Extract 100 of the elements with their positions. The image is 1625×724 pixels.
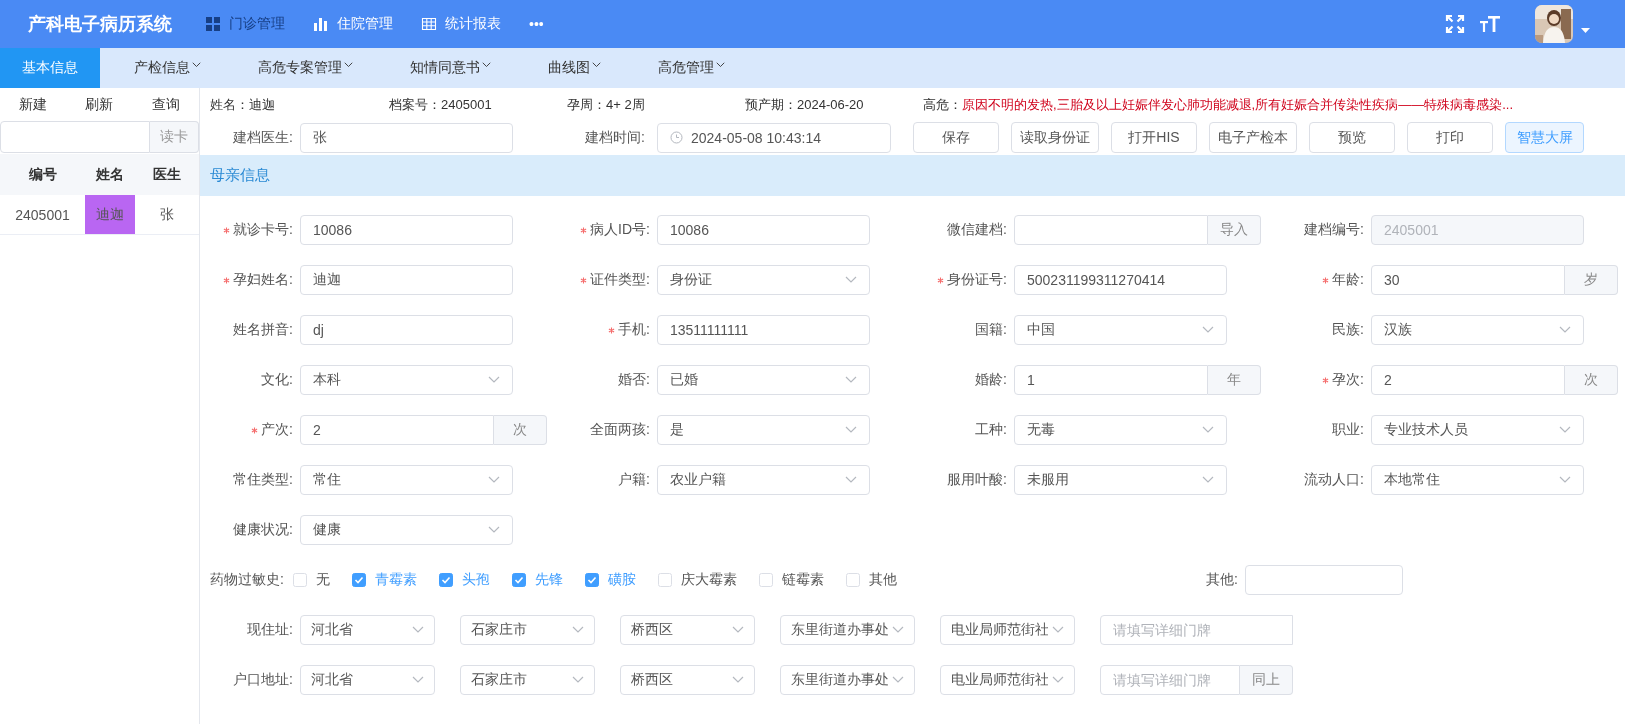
checkbox-icon [658,573,672,587]
toolbar-button[interactable]: 读取身份证 [1011,122,1099,153]
text-field[interactable]: 13511111111 [657,315,870,345]
select-field[interactable]: 健康 [300,515,513,545]
table-icon [421,16,437,32]
field-label: 病人ID号: [590,221,650,239]
select-field[interactable]: 未服用 [1014,465,1227,495]
chevron-down-icon [892,626,904,634]
toolbar-button[interactable]: 预览 [1309,122,1395,153]
chevron-down-icon [572,676,584,684]
field-label: 孕妇姓名: [233,271,293,289]
field-label: 身份证号: [947,271,1007,289]
chevron-down-icon [1202,476,1214,484]
tab[interactable]: 产检信息 [114,48,221,88]
text-size-icon[interactable] [1479,14,1501,34]
toolbar-button[interactable]: 电子产检本 [1209,122,1297,153]
select-field[interactable]: 中国 [1014,315,1227,345]
text-field[interactable]: 2 [1371,365,1565,395]
select-field[interactable]: 无毒 [1014,415,1227,445]
text-field[interactable]: 张 [300,122,513,153]
select-field[interactable]: 是 [657,415,870,445]
select-field[interactable]: 电业局师范街社 [940,615,1075,645]
text-field[interactable]: 500231199311270414 [1014,265,1227,295]
chevron-down-icon [892,676,904,684]
addon-button[interactable]: 岁 [1565,265,1618,295]
toolbar-button[interactable]: 保存 [913,122,999,153]
app-title: 产科电子病历系统 [28,13,173,36]
select-field[interactable]: 石家庄市 [460,615,595,645]
field-label: 民族: [1332,321,1364,339]
select-field[interactable]: 东里街道办事处 [780,615,915,645]
date-time-field[interactable]: 2024-05-08 10:43:14 [657,122,891,153]
select-field[interactable]: 电业局师范街社 [940,665,1075,695]
tab[interactable]: 曲线图 [528,48,621,88]
card-input-field[interactable] [0,121,150,153]
checkbox[interactable]: 其他 [846,571,897,589]
patient-info: 档案号：2405001 [389,95,493,114]
checkbox[interactable]: 庆大霉素 [658,571,737,589]
select-field[interactable]: 本科 [300,365,513,395]
field-label: 健康状况: [233,521,293,539]
table-cell-text: 张 [159,204,175,224]
chevron-down-icon [488,526,500,534]
field-label: 产次: [261,421,293,439]
field-label: 服用叶酸: [947,471,1007,489]
table-cell-text: 2405001 [14,205,71,225]
select-field[interactable]: 常住 [300,465,513,495]
text-field[interactable] [1245,565,1403,595]
text-field[interactable]: 1 [1014,365,1208,395]
select-field[interactable]: 河北省 [300,665,435,695]
checkbox-icon [293,573,307,587]
addon-button[interactable]: 导入 [1208,215,1261,245]
toolbar-button[interactable]: 打开HIS [1111,122,1197,153]
table-cell: 迪迦 [85,195,135,234]
field-label: 户口地址: [233,671,293,689]
action-link[interactable]: 查询 [151,95,180,114]
text-field[interactable] [1014,215,1208,245]
field-label: 常住类型: [233,471,293,489]
bar-chart-icon [313,16,329,32]
select-field[interactable]: 河北省 [300,615,435,645]
chevron-down-icon [845,426,857,434]
fullscreen-icon[interactable] [1445,14,1465,34]
chevron-down-icon [1202,326,1214,334]
field-label: 就诊卡号: [233,221,293,239]
checked-box-icon [439,573,453,587]
select-field[interactable]: 桥西区 [620,615,755,645]
toolbar-button[interactable]: 打印 [1407,122,1493,153]
select-field[interactable]: 汉族 [1371,315,1584,345]
field-label: 职业: [1332,421,1364,439]
text-field[interactable]: 2 [300,415,494,445]
select-field[interactable]: 专业技术人员 [1371,415,1584,445]
text-field[interactable]: 10086 [657,215,870,245]
select-field[interactable]: 本地常住 [1371,465,1584,495]
select-field[interactable]: 东里街道办事处 [780,665,915,695]
tab[interactable]: 高危管理 [638,48,745,88]
text-field[interactable]: dj [300,315,513,345]
select-field[interactable]: 农业户籍 [657,465,870,495]
field-label: 户籍: [618,471,650,489]
addon-button[interactable]: 同上 [1240,665,1293,695]
checkbox[interactable]: 链霉素 [759,571,824,589]
action-link[interactable]: 刷新 [85,95,114,114]
column-header: 医生 [152,164,182,184]
checkbox[interactable]: 无 [293,571,330,589]
chevron-down-icon [488,476,500,484]
text-field[interactable]: 10086 [300,215,513,245]
text-field[interactable]: 请填写详细门牌 [1100,665,1240,695]
tab[interactable]: 知情同意书 [390,48,511,88]
clock-icon [670,131,683,144]
tab[interactable]: 高危专案管理 [238,48,373,88]
select-field[interactable]: 桥西区 [620,665,755,695]
risk-text: 原因不明的发热,三胎及以上妊娠伴发心肺功能减退,所有妊娠合并传染性疾病——特殊病毒感染... [962,95,1514,114]
select-field[interactable]: 石家庄市 [460,665,595,695]
select-field[interactable]: 已婚 [657,365,870,395]
text-field[interactable]: 请填写详细门牌 [1100,615,1293,645]
patient-info: 姓名：迪迦 [210,95,276,114]
text-field[interactable]: 迪迦 [300,265,513,295]
text-field[interactable]: 30 [1371,265,1565,295]
select-field[interactable]: 身份证 [657,265,870,295]
field-label: 建档时间: [585,128,645,147]
patient-info: 孕周：4+ 2周 [567,95,646,114]
chevron-down-icon [732,676,744,684]
action-link[interactable]: 新建 [19,95,48,114]
